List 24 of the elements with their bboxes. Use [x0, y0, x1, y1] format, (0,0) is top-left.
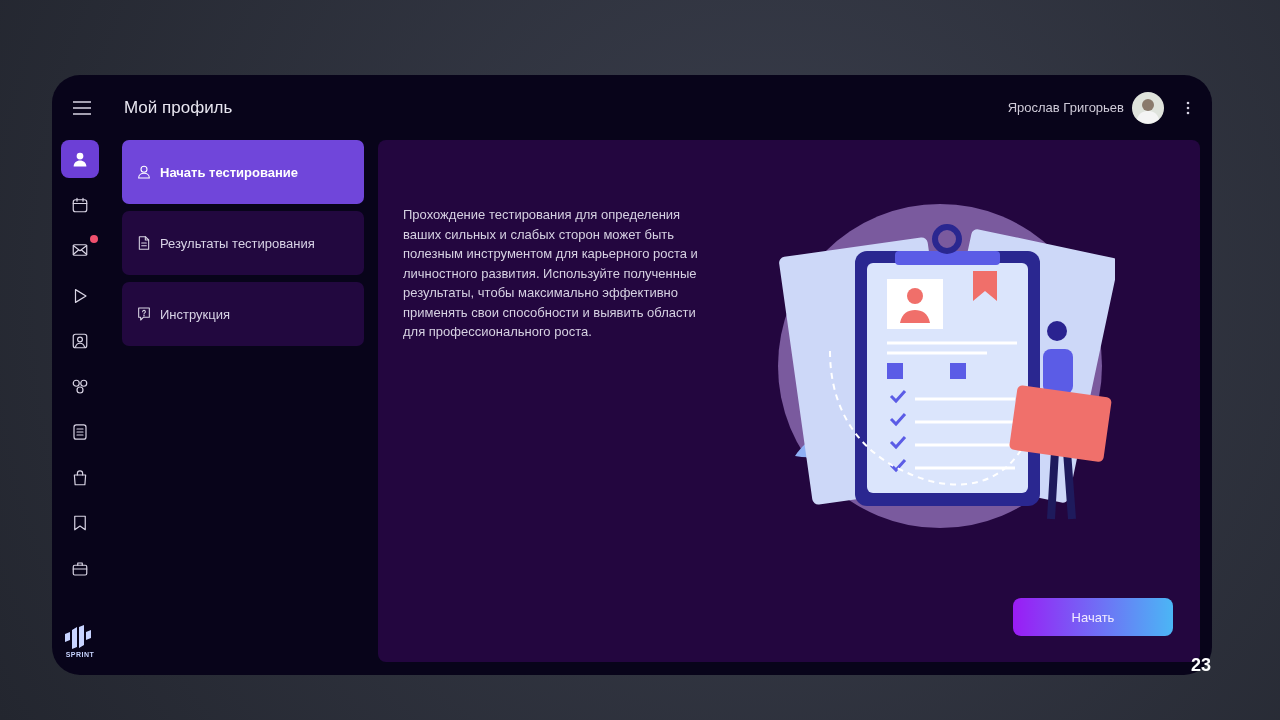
menu-icon[interactable] — [72, 100, 92, 115]
contact-card-icon — [71, 332, 89, 350]
avatar[interactable] — [1132, 91, 1164, 124]
menu-item[interactable]: Начать тестирование — [122, 140, 364, 204]
menu-item[interactable]: Результаты тестирования — [122, 211, 364, 275]
mail-icon — [71, 241, 89, 259]
notebook-icon — [71, 423, 89, 441]
menu-item[interactable]: Инструкция — [122, 282, 364, 346]
description-text: Прохождение тестирования для определения ваших сильных и слабых сторон может быть полезным инструментом для карьерного роста и личностного развития. Используйте полученные результаты, чтобы максимально эффективно применять свои способности и выявить области для профессионального роста. — [403, 206, 699, 341]
start-button[interactable]: Начать — [1013, 598, 1173, 636]
calendar-icon — [71, 195, 89, 214]
user-name: Ярослав Григорьев — [1007, 100, 1124, 115]
slide-number: 23 — [1191, 655, 1212, 676]
nav-button[interactable] — [61, 140, 99, 178]
question-bubble-icon — [136, 306, 152, 322]
document-icon — [136, 235, 152, 251]
bookmark-icon — [71, 514, 89, 532]
page-title: Мой профиль — [124, 97, 233, 118]
more-options-icon[interactable] — [1186, 100, 1190, 115]
person-icon — [136, 164, 152, 180]
briefcase-icon — [71, 559, 89, 578]
circles-icon — [71, 377, 89, 396]
shopping-bag-icon — [71, 468, 89, 487]
person-icon — [71, 150, 89, 168]
